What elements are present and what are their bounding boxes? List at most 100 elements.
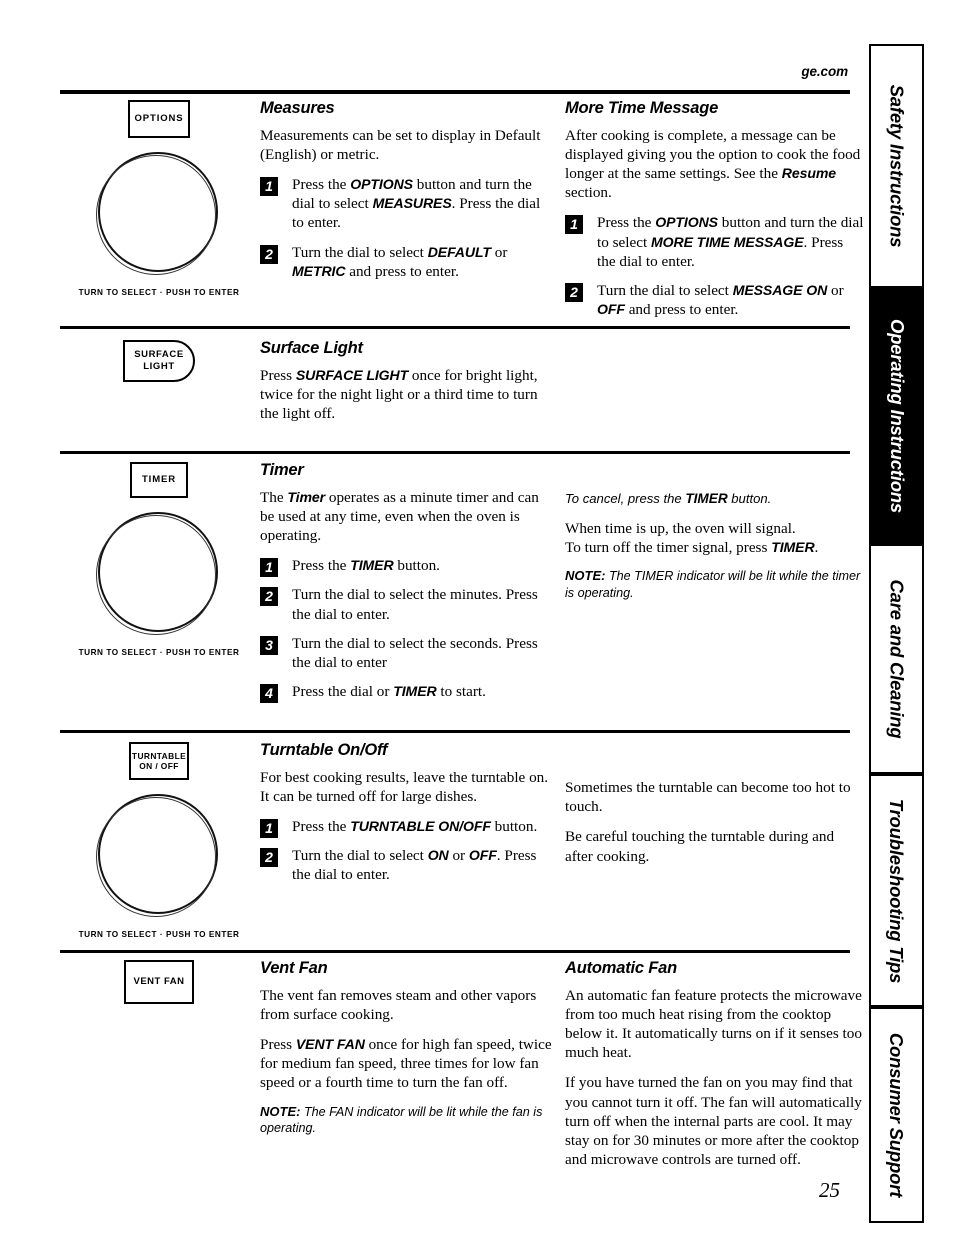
intro-keyword: Timer: [287, 488, 326, 505]
step-text-mid: or: [448, 847, 469, 865]
tab-troubleshooting-tips[interactable]: Troubleshooting Tips: [869, 774, 924, 1007]
vent-fan-body-b: Press VENT FAN once for high fan speed, …: [260, 1035, 552, 1093]
surface-light-body: Press SURFACE LIGHT once for bright ligh…: [260, 366, 552, 424]
step-text-pre: Press the: [597, 214, 656, 232]
step-text-mid: or: [490, 243, 508, 261]
section-timer: TIMER TURN TO SELECT · PUSH TO ENTER Tim…: [60, 462, 860, 720]
step-item: 1 Press the OPTIONS button and turn the d…: [565, 213, 865, 271]
section-surface-light: SURFACE LIGHT Surface Light Press SURFACE…: [60, 340, 850, 445]
step-number: 1: [260, 818, 278, 838]
measures-steps: 1 Press the OPTIONS button and turn the d…: [260, 175, 552, 281]
options-button-art[interactable]: OPTIONS: [128, 100, 190, 138]
tab-label: Care and Cleaning: [886, 579, 908, 739]
tab-label: Troubleshooting Tips: [886, 798, 908, 983]
measures-text: Measures Measurements can be set to disp…: [260, 100, 552, 281]
step-number: 2: [260, 244, 278, 264]
step-keyword: MORE TIME MESSAGE: [650, 233, 804, 250]
note-text: The TIMER indicator will be lit while th…: [565, 569, 861, 600]
step-keyword: OFF: [597, 301, 625, 318]
step-item: 2 Turn the dial to select DEFAULT or METR…: [260, 243, 552, 281]
step-text-mid: or: [827, 282, 844, 300]
body-keyword: VENT FAN: [295, 1035, 365, 1052]
control-dial-art[interactable]: [96, 512, 222, 638]
step-item: 1 Press the TURNTABLE ON/OFF button.: [260, 817, 552, 838]
note-text: The FAN indicator will be lit while the …: [260, 1104, 543, 1136]
header-rule: [60, 90, 850, 94]
step-number: 3: [260, 635, 278, 655]
step-item: 4 Press the dial or TIMER to start.: [260, 682, 552, 704]
tab-operating-instructions[interactable]: Operating Instructions: [869, 288, 924, 544]
automatic-fan-heading: Automatic Fan: [565, 959, 677, 977]
signal-b: To turn off the timer signal, press: [565, 538, 772, 556]
timer-text: Timer The Timer operates as a minute tim…: [260, 462, 552, 704]
intro-post: section.: [565, 184, 612, 202]
turntable-side-a: Sometimes the turntable can become too h…: [565, 779, 851, 816]
cancel-keyword: TIMER: [685, 491, 728, 506]
step-keyword: METRIC: [292, 262, 346, 279]
dial-inner-ring: [96, 155, 216, 275]
step-keyword: DEFAULT: [427, 243, 491, 260]
timer-cancel-note: To cancel, press the TIMER button.: [565, 490, 865, 508]
tab-safety-instructions[interactable]: Safety Instructions: [869, 44, 924, 288]
section-divider: [60, 730, 850, 733]
more-time-message-text: More Time Message After cooking is compl…: [565, 100, 865, 319]
surface-light-button-label: SURFACE LIGHT: [134, 349, 184, 372]
step-number: 4: [260, 684, 278, 704]
step-text-pre: Press the: [292, 175, 351, 193]
automatic-fan-body-b: If you have turned the fan on you may fi…: [565, 1074, 862, 1169]
step-item: 2 Turn the dial to select the minutes. Pr…: [260, 585, 552, 623]
step-text-pre: Turn the dial to select: [292, 243, 428, 261]
step-item: 2 Turn the dial to select ON or OFF. Pres…: [260, 846, 552, 884]
dial-caption: TURN TO SELECT · PUSH TO ENTER: [78, 288, 240, 297]
cancel-post: button.: [727, 491, 772, 506]
turntable-button-art[interactable]: TURNTABLE ON / OFF: [129, 742, 189, 780]
vent-fan-button-art[interactable]: VENT FAN: [124, 960, 194, 1004]
automatic-fan-text: Automatic Fan An automatic fan feature p…: [565, 960, 865, 1169]
step-keyword: ON: [427, 847, 449, 864]
tab-label: Safety Instructions: [886, 84, 908, 248]
section-tab-strip: Safety Instructions Operating Instructio…: [869, 44, 924, 1223]
note-label: NOTE:: [260, 1103, 301, 1119]
vent-fan-text: Vent Fan The vent fan removes steam and …: [260, 960, 552, 1147]
step-text-pre: Press the: [292, 557, 351, 575]
section-vent-fan: VENT FAN Vent Fan The vent fan removes s…: [60, 960, 862, 1175]
step-text-post: button.: [393, 557, 440, 575]
signal-c: .: [814, 538, 819, 556]
turntable-heading: Turntable On/Off: [260, 741, 388, 759]
timer-button-art[interactable]: TIMER: [130, 462, 188, 498]
vent-fan-artwork: VENT FAN: [60, 960, 258, 1004]
step-number: 2: [565, 283, 583, 303]
signal-keyword: TIMER: [771, 538, 815, 555]
tab-label: Operating Instructions: [886, 319, 908, 513]
dial-inner-ring: [96, 797, 216, 917]
control-dial-art[interactable]: [96, 794, 222, 920]
intro-pre: The: [260, 488, 288, 506]
turntable-intro: For best cooking results, leave the turn…: [260, 768, 549, 805]
timer-signal-text: When time is up, the oven will signal. To…: [565, 519, 865, 557]
page-number: 25: [819, 1178, 840, 1202]
step-number: 1: [565, 215, 583, 235]
measures-heading: Measures: [260, 99, 335, 117]
turntable-artwork: TURNTABLE ON / OFF TURN TO SELECT · PUSH …: [60, 742, 258, 939]
step-keyword: OFF: [468, 847, 497, 864]
control-dial-art[interactable]: [96, 152, 222, 278]
step-number: 1: [260, 558, 278, 578]
timer-intro: The Timer operates as a minute timer and…: [260, 488, 552, 546]
section-divider: [60, 950, 850, 953]
step-keyword: MESSAGE ON: [732, 282, 828, 299]
step-keyword: TIMER: [393, 683, 437, 700]
step-text-pre: Turn the dial to select: [292, 847, 428, 865]
step-item: 1 Press the OPTIONS button and turn the d…: [260, 175, 552, 233]
step-number: 2: [260, 587, 278, 607]
measures-artwork: OPTIONS TURN TO SELECT · PUSH TO ENTER: [60, 100, 258, 297]
tab-care-and-cleaning[interactable]: Care and Cleaning: [869, 544, 924, 774]
step-number: 1: [260, 176, 278, 196]
step-text-pre: Turn the dial to select: [597, 282, 733, 300]
step-text-post: and press to enter.: [345, 262, 459, 280]
turntable-steps: 1 Press the TURNTABLE ON/OFF button. 2 Tur…: [260, 817, 552, 885]
step-item: 1 Press the TIMER button.: [260, 556, 552, 578]
tab-consumer-support[interactable]: Consumer Support: [869, 1007, 924, 1223]
section-measures: OPTIONS TURN TO SELECT · PUSH TO ENTER M…: [60, 100, 864, 324]
surface-light-button-art[interactable]: SURFACE LIGHT: [123, 340, 195, 382]
step-text-post: and press to enter.: [624, 301, 739, 319]
